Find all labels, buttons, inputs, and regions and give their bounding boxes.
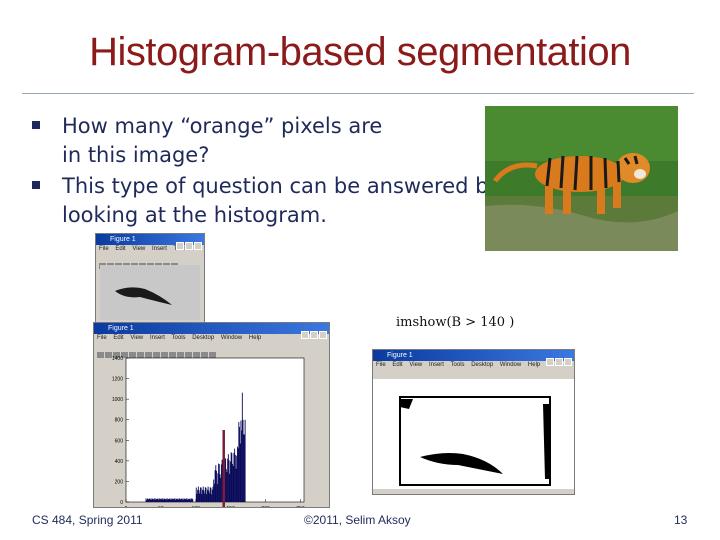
menu-help[interactable]: Help <box>528 362 540 368</box>
x-tick-label: 150 <box>227 506 236 507</box>
y-tick-label: 1400 <box>112 356 123 362</box>
minimize-button[interactable] <box>546 358 554 366</box>
window-title: Figure 1 <box>108 325 134 332</box>
close-button[interactable] <box>319 331 327 339</box>
figure-window-threshold: Figure 1 File Edit View Insert Tools Des… <box>372 349 575 495</box>
menu-desktop[interactable]: Desktop <box>471 362 493 368</box>
menu-edit[interactable]: Edit <box>392 362 402 368</box>
menu-tools[interactable]: Tools <box>451 362 465 368</box>
close-button[interactable] <box>194 242 202 250</box>
menu-insert[interactable]: Insert <box>152 246 167 252</box>
menu-edit[interactable]: Edit <box>115 246 125 252</box>
bullet-item: This type of question can be answered by… <box>30 172 501 230</box>
x-tick-label: 0 <box>125 506 128 507</box>
menu-edit[interactable]: Edit <box>113 335 123 341</box>
window-menubar: File Edit View Insert Tools Desktop Wind… <box>94 334 329 343</box>
menu-file[interactable]: File <box>97 335 107 341</box>
y-tick-label: 1000 <box>112 397 123 403</box>
footer-course: CS 484, Spring 2011 <box>32 513 143 527</box>
maximize-button[interactable] <box>185 242 193 250</box>
window-title: Figure 1 <box>110 236 136 243</box>
maximize-button[interactable] <box>310 331 318 339</box>
menu-insert[interactable]: Insert <box>150 335 165 341</box>
menu-tools[interactable]: Tools <box>172 335 186 341</box>
bullet-square-icon <box>32 181 40 189</box>
window-toolbar <box>94 343 329 358</box>
maximize-button[interactable] <box>555 358 563 366</box>
bullet-list: How many “orange” pixels are in this ima… <box>30 112 501 232</box>
histogram-bar <box>244 419 246 502</box>
figure-window-grayscale: Figure 1 File Edit View Insert Tools <box>95 233 205 323</box>
command-caption: imshow(B > 140 ) <box>396 315 515 330</box>
y-tick-label: 400 <box>115 459 124 465</box>
menu-window[interactable]: Window <box>221 335 242 341</box>
window-toolbar <box>373 370 574 385</box>
window-toolbar <box>96 254 204 269</box>
histogram-bar <box>192 498 194 502</box>
menu-window[interactable]: Window <box>500 362 521 368</box>
y-tick-label: 1200 <box>112 377 123 383</box>
bullet-text: This type of question can be answered by… <box>62 174 501 227</box>
window-menubar: File Edit View Insert Tools Desktop Wind… <box>373 361 574 370</box>
menu-desktop[interactable]: Desktop <box>192 335 214 341</box>
x-tick-label: 250 <box>296 506 305 507</box>
bullet-square-icon <box>32 121 40 129</box>
window-titlebar: Figure 1 <box>94 323 329 339</box>
y-tick-label: 800 <box>115 418 124 424</box>
title-divider <box>22 93 694 94</box>
menu-insert[interactable]: Insert <box>429 362 444 368</box>
window-titlebar: Figure 1 <box>96 234 204 250</box>
x-tick-label: 200 <box>261 506 270 507</box>
bullet-item: How many “orange” pixels are in this ima… <box>30 112 500 170</box>
menu-view[interactable]: View <box>409 362 422 368</box>
menu-view[interactable]: View <box>130 335 143 341</box>
footer-page-number: 13 <box>674 513 688 527</box>
menu-file[interactable]: File <box>99 246 109 252</box>
figure-window-histogram: Figure 1 File Edit View Insert Tools Des… <box>93 322 330 508</box>
y-tick-label: 600 <box>115 438 124 444</box>
minimize-button[interactable] <box>176 242 184 250</box>
menu-help[interactable]: Help <box>249 335 261 341</box>
window-title: Figure 1 <box>387 352 413 359</box>
bullet-text: How many “orange” pixels are in this ima… <box>62 114 383 167</box>
minimize-button[interactable] <box>301 331 309 339</box>
tiger-photo <box>485 106 678 251</box>
histogram-plot: 0 200 400 600 800 1000 1200 1400 0 50 100 150 200 250 <box>112 356 305 507</box>
window-titlebar: Figure 1 <box>373 350 574 366</box>
slide-title: Histogram-based segmentation <box>89 30 631 74</box>
grayscale-image <box>100 265 200 320</box>
close-button[interactable] <box>564 358 572 366</box>
footer-copyright: ©2011, Selim Aksoy <box>304 513 411 527</box>
y-tick-label: 0 <box>120 500 123 506</box>
menu-view[interactable]: View <box>132 246 145 252</box>
binary-mask-image <box>373 379 574 489</box>
y-tick-label: 200 <box>115 479 124 485</box>
x-tick-label: 50 <box>158 506 164 507</box>
x-tick-label: 100 <box>192 506 201 507</box>
menu-file[interactable]: File <box>376 362 386 368</box>
